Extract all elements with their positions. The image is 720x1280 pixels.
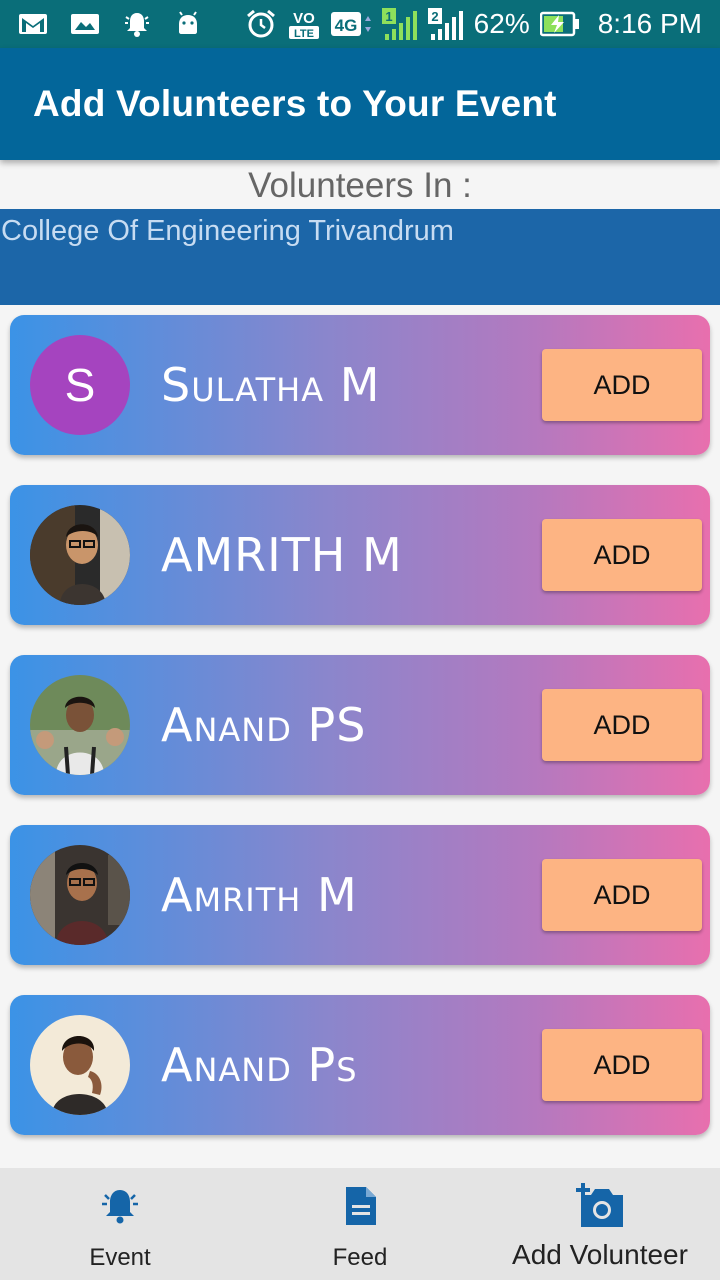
avatar: S (30, 335, 130, 435)
volunteer-name: Amrith M (161, 868, 358, 922)
gmail-icon (18, 12, 48, 36)
status-bar-right: VO LTE 4G 1 2 62% 8:16 PM (244, 6, 702, 42)
android-icon (174, 10, 202, 38)
volunteers-in-heading: Volunteers In : (248, 166, 472, 205)
network-label: 4G (334, 16, 357, 35)
notification-bell-icon (122, 9, 152, 39)
add-volunteer-button[interactable]: ADD (542, 689, 702, 761)
avatar (30, 1015, 130, 1115)
avatar (30, 505, 130, 605)
bell-icon (99, 1184, 141, 1228)
sim1-label: 1 (385, 9, 392, 24)
avatar-photo (30, 675, 130, 775)
signal-sim2-icon: 2 (427, 6, 464, 42)
volunteer-card: AMRITH M ADD (10, 485, 710, 625)
nav-label-add-volunteer: Add Volunteer (512, 1239, 688, 1270)
signal-sim1-icon: 1 (381, 6, 418, 42)
gallery-icon (70, 12, 100, 36)
volunteer-name: Anand PS (161, 698, 367, 752)
4g-icon: 4G (330, 9, 372, 39)
volunteer-card: Amrith M ADD (10, 825, 710, 965)
avatar (30, 845, 130, 945)
alarm-icon (244, 7, 278, 41)
volunteer-card: S Sulatha M ADD (10, 315, 710, 455)
nav-label-event: Event (89, 1244, 151, 1271)
document-icon (342, 1184, 378, 1228)
app-bar: Add Volunteers to Your Event (0, 48, 720, 160)
add-volunteer-button[interactable]: ADD (542, 1029, 702, 1101)
nav-item-event[interactable]: Event (0, 1168, 240, 1280)
sim2-label: 2 (431, 9, 438, 24)
status-time: 8:16 PM (597, 8, 702, 39)
battery-charging-icon (539, 11, 580, 37)
nav-item-feed[interactable]: Feed (240, 1168, 480, 1280)
add-volunteer-button[interactable]: ADD (542, 859, 702, 931)
volunteer-card: Anand PS ADD (10, 655, 710, 795)
svg-text:LTE: LTE (294, 28, 314, 40)
avatar-photo (30, 845, 130, 945)
add-volunteer-button[interactable]: ADD (542, 519, 702, 591)
volte-icon: VO LTE (288, 7, 320, 41)
volunteer-name: Sulatha M (161, 358, 381, 412)
battery-percent: 62% (473, 8, 530, 39)
page-title: Add Volunteers to Your Event (33, 83, 557, 124)
volunteer-card: Anand Ps ADD (10, 995, 710, 1135)
volunteer-name: AMRITH M (161, 528, 403, 582)
svg-text:VO: VO (293, 10, 315, 27)
nav-label-feed: Feed (332, 1244, 388, 1271)
volunteer-name: Anand Ps (161, 1038, 358, 1092)
add-volunteer-button[interactable]: ADD (542, 349, 702, 421)
avatar-photo (30, 505, 130, 605)
avatar-photo (30, 1015, 130, 1115)
avatar (30, 675, 130, 775)
add-photo-icon (575, 1183, 625, 1228)
nav-item-add-volunteer[interactable]: Add Volunteer (480, 1168, 720, 1280)
avatar-initial: S (64, 359, 96, 411)
bottom-navigation: Event Feed Add Volunteer (0, 1168, 720, 1280)
college-bar: College Of Engineering Trivandrum (0, 209, 720, 305)
college-name: College Of Engineering Trivandrum (1, 215, 454, 247)
status-bar-left (18, 9, 202, 39)
status-bar: VO LTE 4G 1 2 62% 8:16 PM (0, 0, 720, 48)
